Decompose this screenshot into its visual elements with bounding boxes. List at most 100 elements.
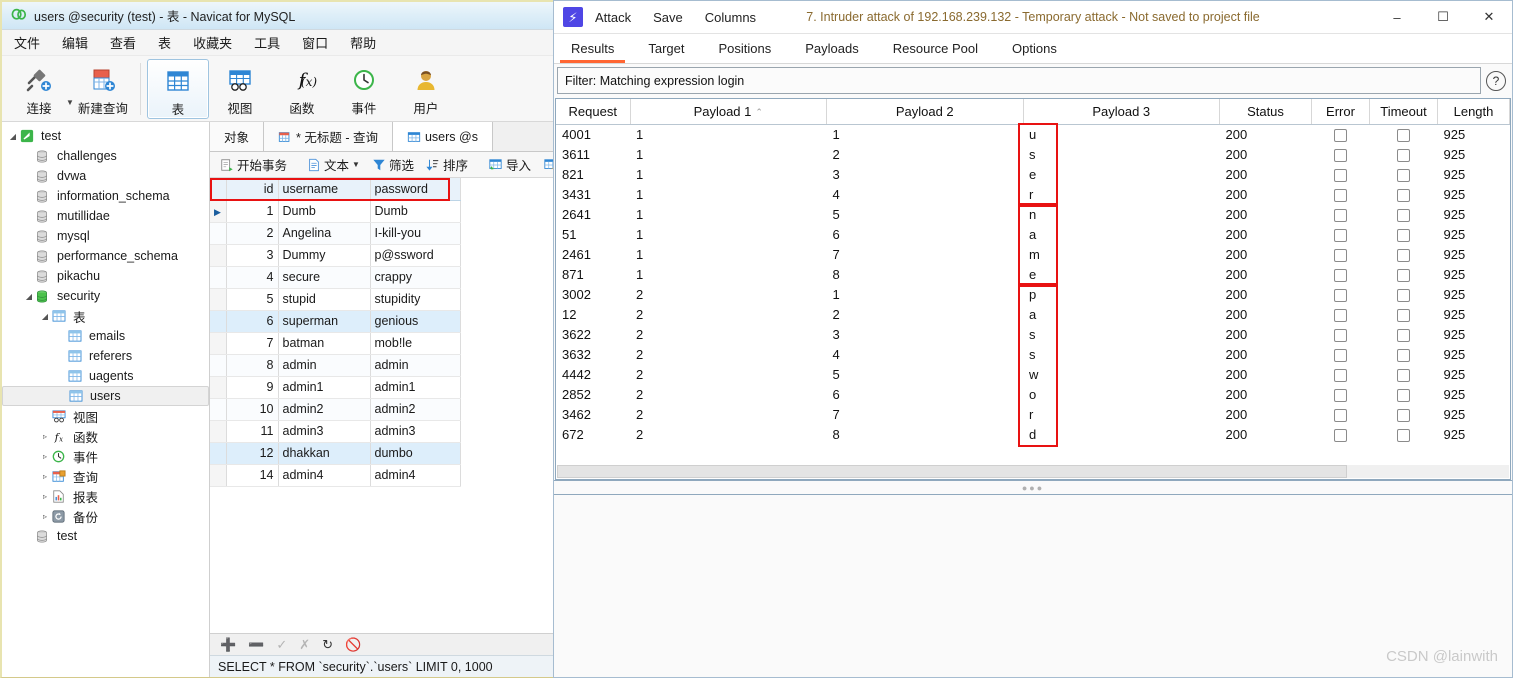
cell-status[interactable]: 200 xyxy=(1220,384,1312,404)
menu-view[interactable]: 查看 xyxy=(110,33,136,52)
minus-icon[interactable]: ➖ xyxy=(248,638,264,651)
tree-item--[interactable]: ▹ 查询 xyxy=(2,466,209,486)
cell-request[interactable]: 3611 xyxy=(556,144,630,164)
menu-file[interactable]: 文件 xyxy=(14,33,40,52)
checkbox-unchecked-icon[interactable] xyxy=(1334,288,1347,302)
checkbox-unchecked-icon[interactable] xyxy=(1334,188,1347,202)
error-checkbox[interactable] xyxy=(1312,324,1370,344)
cell-status[interactable]: 200 xyxy=(1220,204,1312,224)
timeout-checkbox[interactable] xyxy=(1370,164,1438,184)
cell-username[interactable]: batman xyxy=(278,332,371,355)
cell-request[interactable]: 3622 xyxy=(556,324,630,344)
cell-request[interactable]: 2852 xyxy=(556,384,630,404)
close-button[interactable]: ✕ xyxy=(1466,1,1512,33)
plus-icon[interactable]: ➕ xyxy=(220,638,236,651)
table-row[interactable]: 3632 2 4 s 200 925 xyxy=(556,344,1510,364)
checkbox-unchecked-icon[interactable] xyxy=(1397,188,1410,202)
cell-payload-3[interactable]: s xyxy=(1023,324,1220,344)
cell-id[interactable]: 14 xyxy=(226,464,279,487)
cell-username[interactable]: superman xyxy=(278,310,371,333)
cell-payload-2[interactable]: 3 xyxy=(827,324,1024,344)
cell-payload-2[interactable]: 7 xyxy=(827,404,1024,424)
error-checkbox[interactable] xyxy=(1312,224,1370,244)
cell-username[interactable]: admin4 xyxy=(278,464,371,487)
cell-request[interactable]: 821 xyxy=(556,164,630,184)
timeout-checkbox[interactable] xyxy=(1370,244,1438,264)
timeout-checkbox[interactable] xyxy=(1370,304,1438,324)
menu-columns[interactable]: Columns xyxy=(705,10,756,25)
menu-edit[interactable]: 编辑 xyxy=(62,33,88,52)
cell-id[interactable]: 5 xyxy=(226,288,279,311)
sort-ascending-icon[interactable]: ⌃ xyxy=(755,107,763,117)
tab-users-table[interactable]: users @s xyxy=(392,122,493,151)
cell-payload-3[interactable]: w xyxy=(1023,364,1220,384)
maximize-button[interactable]: ☐ xyxy=(1420,1,1466,33)
timeout-checkbox[interactable] xyxy=(1370,124,1438,144)
cell-payload-3[interactable]: u xyxy=(1023,124,1220,144)
cell-id[interactable]: 1 xyxy=(226,200,279,223)
timeout-checkbox[interactable] xyxy=(1370,424,1438,444)
tab-untitled-query[interactable]: * 无标题 - 查询 xyxy=(264,122,393,151)
cell-length[interactable]: 925 xyxy=(1438,344,1510,364)
checkbox-unchecked-icon[interactable] xyxy=(1334,168,1347,182)
cell-password[interactable]: admin xyxy=(370,354,461,377)
cell-payload-3[interactable]: e xyxy=(1023,164,1220,184)
table-row[interactable]: 8 admin admin xyxy=(210,354,461,377)
checkbox-unchecked-icon[interactable] xyxy=(1397,168,1410,182)
checkbox-unchecked-icon[interactable] xyxy=(1397,228,1410,242)
cell-username[interactable]: admin2 xyxy=(278,398,371,421)
cell-username[interactable]: Dumb xyxy=(278,200,371,223)
error-checkbox[interactable] xyxy=(1312,164,1370,184)
navicat-object-tree[interactable]: ◢ test challenges dvwa information_schema mut… xyxy=(2,122,210,677)
timeout-checkbox[interactable] xyxy=(1370,184,1438,204)
cell-status[interactable]: 200 xyxy=(1220,124,1312,144)
timeout-checkbox[interactable] xyxy=(1370,384,1438,404)
checkbox-unchecked-icon[interactable] xyxy=(1397,328,1410,342)
cell-payload-1[interactable]: 1 xyxy=(630,244,827,264)
checkbox-unchecked-icon[interactable] xyxy=(1397,408,1410,422)
table-row[interactable]: 4001 1 1 u 200 925 xyxy=(556,124,1510,144)
cell-payload-1[interactable]: 1 xyxy=(630,224,827,244)
cell-payload-3[interactable]: o xyxy=(1023,384,1220,404)
cell-id[interactable]: 9 xyxy=(226,376,279,399)
table-row[interactable]: 12 dhakkan dumbo xyxy=(210,442,461,465)
tab-positions[interactable]: Positions xyxy=(702,34,789,63)
cell-payload-3[interactable]: a xyxy=(1023,224,1220,244)
cell-payload-2[interactable]: 5 xyxy=(827,204,1024,224)
error-checkbox[interactable] xyxy=(1312,344,1370,364)
cell-length[interactable]: 925 xyxy=(1438,124,1510,144)
error-checkbox[interactable] xyxy=(1312,124,1370,144)
cell-payload-3[interactable]: d xyxy=(1023,424,1220,444)
cell-length[interactable]: 925 xyxy=(1438,324,1510,344)
cell-status[interactable]: 200 xyxy=(1220,164,1312,184)
cell-username[interactable]: admin xyxy=(278,354,371,377)
filter-button[interactable]: 筛选 xyxy=(366,155,420,174)
table-row[interactable]: 3622 2 3 s 200 925 xyxy=(556,324,1510,344)
cell-status[interactable]: 200 xyxy=(1220,364,1312,384)
cell-payload-3[interactable]: m xyxy=(1023,244,1220,264)
table-row[interactable]: ▶ 1 Dumb Dumb xyxy=(210,200,461,223)
cell-length[interactable]: 925 xyxy=(1438,264,1510,284)
checkbox-unchecked-icon[interactable] xyxy=(1334,228,1347,242)
checkbox-unchecked-icon[interactable] xyxy=(1397,348,1410,362)
table-row[interactable]: 9 admin1 admin1 xyxy=(210,376,461,399)
menu-help[interactable]: 帮助 xyxy=(350,33,376,52)
toolbar-function-button[interactable]: f (x) 函数 xyxy=(271,59,333,119)
cell-id[interactable]: 2 xyxy=(226,222,279,245)
toolbar-new-query-button[interactable]: 新建查询 xyxy=(72,59,134,119)
chevron-right-icon[interactable]: ▹ xyxy=(38,492,52,501)
cell-request[interactable]: 4442 xyxy=(556,364,630,384)
checkbox-unchecked-icon[interactable] xyxy=(1397,268,1410,282)
checkbox-unchecked-icon[interactable] xyxy=(1334,128,1347,142)
cell-status[interactable]: 200 xyxy=(1220,324,1312,344)
attack-results-table[interactable]: Request Payload 1 ⌃ Payload 2 Payload 3 Statu… xyxy=(556,99,1510,444)
tree-item-dvwa[interactable]: dvwa xyxy=(2,166,209,186)
checkbox-unchecked-icon[interactable] xyxy=(1397,388,1410,402)
error-checkbox[interactable] xyxy=(1312,304,1370,324)
cell-payload-2[interactable]: 8 xyxy=(827,264,1024,284)
cell-payload-2[interactable]: 3 xyxy=(827,164,1024,184)
timeout-checkbox[interactable] xyxy=(1370,364,1438,384)
cell-password[interactable]: p@ssword xyxy=(370,244,461,267)
cell-id[interactable]: 8 xyxy=(226,354,279,377)
cell-length[interactable]: 925 xyxy=(1438,244,1510,264)
